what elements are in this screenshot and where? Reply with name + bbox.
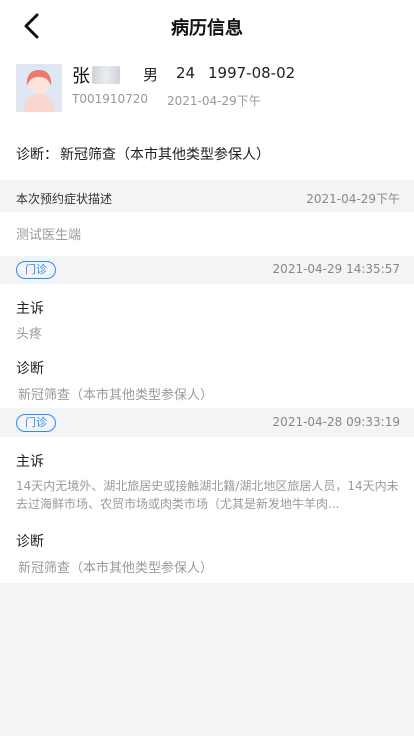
diagnosis-label: 诊断 [16, 361, 44, 377]
symptom-date: 2021-04-29下午 [306, 192, 400, 206]
diagnosis-label: 诊断 [16, 534, 44, 550]
patient-date: 2021-04-29下午 [167, 94, 261, 108]
page-title: 病历信息 [171, 18, 243, 39]
person-avatar-icon [16, 64, 62, 112]
record-panel: 主诉 14天内无境外、湖北旅居史或接触湖北籍/湖北地区旅居人员，14天内未去过海… [0, 437, 414, 583]
record-panel: 主诉 头疼 诊断 新冠筛查（本市其他类型参保人） [0, 284, 414, 408]
record-header: 门诊 2021-04-29 14:35:57 [0, 256, 414, 284]
diagnosis-summary: 诊断： 新冠筛查（本市其他类型参保人） [0, 128, 414, 180]
symptom-label: 本次预约症状描述 [16, 192, 113, 206]
outpatient-badge: 门诊 [16, 414, 56, 432]
symptom-header: 本次预约症状描述 2021-04-29下午 [0, 184, 414, 212]
complaint-text: 14天内无境外、湖北旅居史或接触湖北籍/湖北地区旅居人员，14天内未去过海鲜市场… [16, 479, 399, 511]
complaint-text: 头疼 [16, 327, 43, 342]
symptom-panel: 测试医生端 [0, 212, 414, 256]
diagnosis-text: 新冠筛查（本市其他类型参保人） [18, 561, 214, 576]
patient-id: T001910720 [72, 92, 149, 106]
diagnosis-summary-value: 新冠筛查（本市其他类型参保人） [60, 147, 270, 163]
patient-card: 张 男 24 1997-08-02 T001910720 2021-04-29下… [0, 52, 414, 128]
complaint-label: 主诉 [16, 454, 44, 470]
patient-age: 24 [176, 64, 196, 82]
name-redaction [92, 66, 120, 84]
outpatient-badge: 门诊 [16, 261, 56, 279]
record-datetime: 2021-04-29 14:35:57 [272, 262, 400, 276]
record-header: 门诊 2021-04-28 09:33:19 [0, 409, 414, 437]
app-header: 病历信息 [0, 0, 414, 52]
diagnosis-summary-label: 诊断： [16, 147, 58, 163]
record-datetime: 2021-04-28 09:33:19 [272, 415, 400, 429]
symptom-content: 测试医生端 [16, 228, 82, 243]
complaint-label: 主诉 [16, 301, 44, 317]
patient-name: 张 [72, 66, 90, 87]
patient-birthdate: 1997-08-02 [208, 64, 296, 82]
diagnosis-text: 新冠筛查（本市其他类型参保人） [18, 388, 214, 403]
patient-gender: 男 [143, 66, 159, 84]
